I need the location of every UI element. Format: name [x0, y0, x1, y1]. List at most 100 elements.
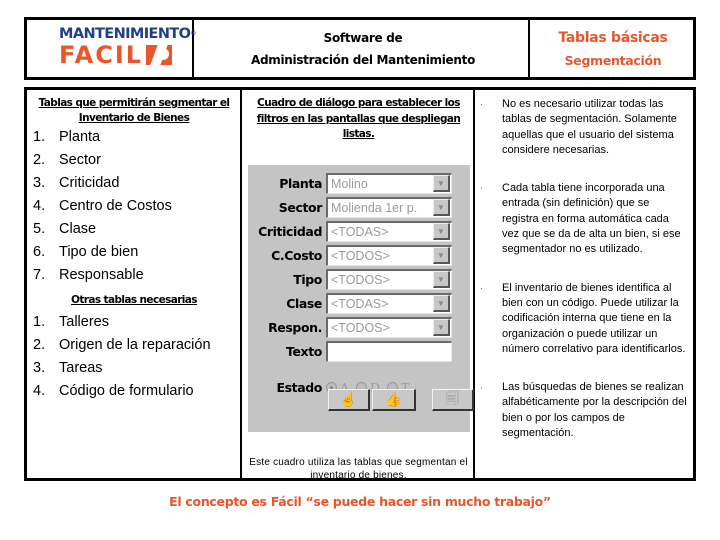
texto-input[interactable]: [326, 340, 452, 362]
dropdown-arrow-icon[interactable]: ▼: [433, 295, 450, 312]
filter-dialog-note: Este cuadro utiliza las tablas que segme…: [249, 457, 468, 481]
filter-row-tipo: Tipo <TODOS> ▼: [248, 267, 470, 291]
note-text: El inventario de bienes identifica al bi…: [502, 281, 686, 355]
header-title-line1: Software de: [323, 30, 403, 45]
list-item: 3. Tareas: [27, 357, 241, 380]
filter-select[interactable]: <TODOS> ▼: [326, 316, 452, 338]
cancel-button[interactable]: 🗐: [432, 389, 474, 411]
section-subtitle: Segmentación: [564, 52, 662, 68]
filter-row-sector: Sector Molienda 1er p. ▼: [248, 195, 470, 219]
content-box: Tablas que permitirán segmentar el Inven…: [24, 87, 696, 481]
logo-wordmark-top: MANTENIMIENTO: [59, 26, 191, 42]
list-item: 7. Responsable: [27, 264, 241, 287]
filter-select-value: <TODAS>: [331, 224, 389, 239]
dropdown-arrow-icon[interactable]: ▼: [433, 175, 450, 192]
logo-wordmark-bottom: FACIL: [59, 41, 144, 69]
list-item: 2. Origen de la reparación: [27, 334, 241, 357]
list-item-number: 6.: [33, 244, 46, 260]
select-hand-button[interactable]: ☝: [328, 389, 370, 411]
logo-mark-icon: [146, 45, 173, 65]
segment-tables-list: 1. Planta 2. Sector 3. Criticidad 4. Centro de …: [27, 126, 241, 287]
dropdown-arrow-icon[interactable]: ▼: [433, 223, 450, 240]
filter-select[interactable]: <TODOS> ▼: [326, 268, 452, 290]
list-item-number: 5.: [33, 221, 46, 237]
list-item-label: Talleres: [59, 314, 109, 330]
texto-label: Texto: [286, 343, 322, 359]
list-item: 6. Tipo de bien: [27, 241, 241, 264]
filter-dialog-column: Cuadro de diálogo para establecer los fi…: [243, 90, 474, 481]
filter-select[interactable]: <TODAS> ▼: [326, 292, 452, 314]
list-item-label: Responsable: [59, 267, 144, 283]
filter-select-value: Molino: [331, 176, 368, 191]
list-item-number: 1.: [33, 314, 46, 330]
filter-select-value: Molienda 1er p.: [331, 200, 418, 215]
thumbs-up-icon: 👍: [384, 391, 403, 407]
note-text: No es necesario utilizar todas las tabla…: [502, 98, 677, 156]
filter-dialog-heading: Cuadro de diálogo para establecer los fi…: [256, 97, 461, 140]
note-bullet: · Las búsquedas de bienes se realizan alf…: [476, 380, 693, 441]
filter-select-value: <TODOS>: [331, 272, 390, 287]
filter-label: Criticidad: [258, 223, 322, 239]
filter-select[interactable]: Molino ▼: [326, 172, 452, 194]
header-title: Software de Administración del Mantenimi…: [195, 20, 531, 77]
segment-tables-heading: Tablas que permitirán segmentar el Inven…: [38, 97, 230, 124]
header-title-line2: Administración del Mantenimiento: [250, 52, 476, 67]
filter-select-value: <TODOS>: [331, 248, 390, 263]
filter-row-planta: Planta Molino ▼: [248, 171, 470, 195]
note-bullet: · Cada tabla tiene incorporada una entrad…: [476, 181, 693, 257]
list-item-number: 3.: [33, 360, 46, 376]
filter-label: Planta: [279, 175, 322, 191]
section-title: Tablas básicas: [558, 29, 668, 46]
dropdown-arrow-icon[interactable]: ▼: [433, 247, 450, 264]
filter-select[interactable]: <TODAS> ▼: [326, 220, 452, 242]
filter-row-respon: Respon. <TODOS> ▼: [248, 315, 470, 339]
notes-column: · No es necesario utilizar todas las tabl…: [476, 90, 693, 478]
list-item-number: 2.: [33, 337, 46, 353]
filter-label: Sector: [278, 199, 323, 215]
filter-select[interactable]: <TODOS> ▼: [326, 244, 452, 266]
note-text: Las búsquedas de bienes se realizan alfa…: [502, 381, 687, 440]
dialog-button-row: ☝ 👍 🗐: [328, 389, 474, 411]
filter-select[interactable]: Molienda 1er p. ▼: [326, 196, 452, 218]
note-bullet: · No es necesario utilizar todas las tabl…: [476, 97, 693, 158]
exit-door-icon: 🗐: [445, 389, 460, 406]
accept-thumb-button[interactable]: 👍: [372, 389, 416, 411]
dropdown-arrow-icon[interactable]: ▼: [433, 319, 450, 336]
segment-tables-column: Tablas que permitirán segmentar el Inven…: [27, 90, 241, 478]
list-item-label: Centro de Costos: [59, 198, 172, 214]
filter-select-value: <TODOS>: [331, 320, 390, 335]
list-item: 4. Centro de Costos: [27, 195, 241, 218]
header-divider: [192, 20, 194, 77]
list-item: 1. Talleres: [27, 311, 241, 334]
filter-row-ccosto: C.Costo <TODOS> ▼: [248, 243, 470, 267]
list-item: 5. Clase: [27, 218, 241, 241]
list-item-label: Tipo de bien: [59, 244, 139, 260]
filter-dialog: Estado ADT ☝ 👍 🗐 Planta Molino ▼ Sector Molien…: [248, 165, 474, 432]
dropdown-arrow-icon[interactable]: ▼: [433, 271, 450, 288]
filter-label: Respon.: [268, 319, 322, 335]
header-box: MANTENIMIENTO® FACIL Software de Adminis…: [24, 17, 696, 80]
list-item: 2. Sector: [27, 149, 241, 172]
list-item: 4. Código de formulario: [27, 380, 241, 403]
list-item-number: 2.: [33, 152, 46, 168]
list-item-label: Clase: [59, 221, 97, 237]
list-item-label: Sector: [59, 152, 101, 168]
filter-row-texto: Texto: [248, 339, 470, 363]
filter-label: C.Costo: [271, 247, 322, 263]
filter-row-criticidad: Criticidad <TODAS> ▼: [248, 219, 470, 243]
dropdown-arrow-icon[interactable]: ▼: [433, 199, 450, 216]
list-item-number: 1.: [33, 129, 46, 145]
list-item-label: Tareas: [59, 360, 103, 376]
note-text: Cada tabla tiene incorporada una entrada…: [502, 182, 681, 256]
list-item-label: Código de formulario: [59, 383, 194, 399]
note-bullet: · El inventario de bienes identifica al b…: [476, 281, 693, 357]
footer-slogan: El concepto es Fácil “se puede hacer sin…: [169, 494, 551, 509]
other-tables-list: 1. Talleres 2. Origen de la reparación 3. Tar…: [27, 311, 241, 403]
bullet-icon: ·: [480, 99, 483, 109]
list-item-number: 4.: [33, 383, 46, 399]
header-section: Tablas básicas Segmentación: [533, 20, 693, 77]
bullet-icon: ·: [480, 183, 483, 194]
list-item-label: Criticidad: [59, 175, 120, 191]
list-item-label: Planta: [59, 129, 101, 145]
logo: MANTENIMIENTO® FACIL: [59, 26, 196, 70]
